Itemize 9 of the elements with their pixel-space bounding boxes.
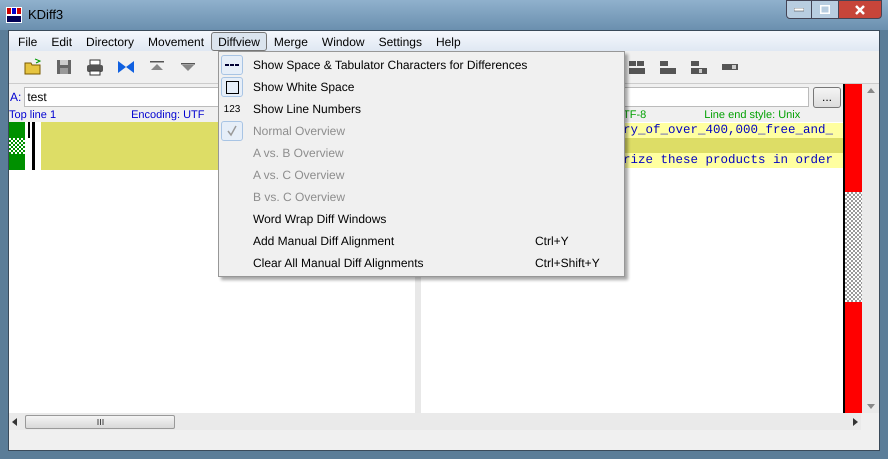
line-end-label: Line end style: Unix (704, 108, 800, 123)
file-label: A: (10, 89, 22, 106)
encoding-label: Encoding: UTF (131, 108, 204, 123)
diff-text-line: ry_of_over_400,000_free_and_ (623, 123, 834, 137)
window-title: KDiff3 (28, 6, 64, 24)
diff-text-line: rize these products in order (623, 153, 834, 167)
line-numbers-icon: 123 (221, 99, 243, 119)
top-line-label: Top line 1 (9, 108, 56, 123)
encoding-label: TF-8 (623, 108, 646, 123)
